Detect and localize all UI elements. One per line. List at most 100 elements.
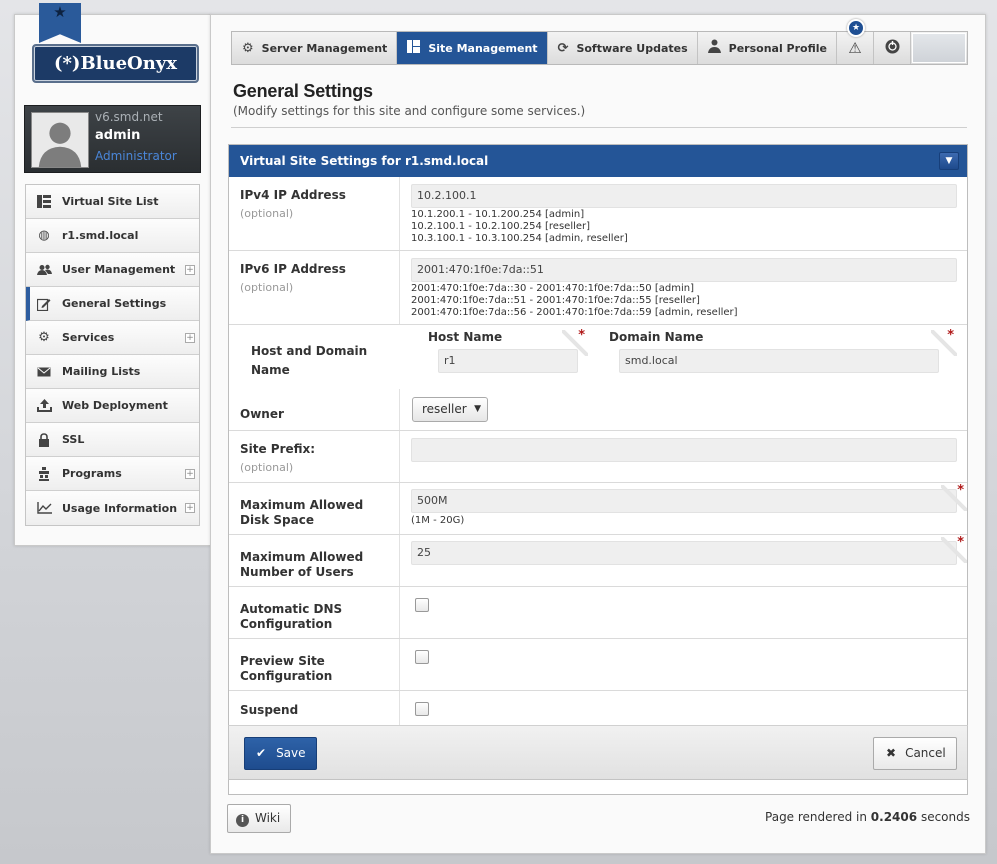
tab-spacer: [912, 33, 966, 63]
sidebar-item-mailing-lists[interactable]: Mailing Lists: [26, 355, 199, 389]
wiki-button[interactable]: i Wiki: [227, 804, 291, 833]
save-button[interactable]: ✔ Save: [244, 737, 317, 770]
sidebar-item-label: User Management: [62, 263, 176, 276]
dns-checkbox[interactable]: [415, 598, 429, 612]
tab-server-management[interactable]: ⚙ Server Management: [232, 32, 398, 64]
tab-site-management[interactable]: Site Management: [397, 32, 548, 64]
tab-alerts[interactable]: ★ ⚠: [837, 19, 874, 64]
star-badge-icon: ★: [847, 19, 865, 37]
row-preview: Preview Site Configuration: [229, 639, 967, 691]
tab-personal-profile[interactable]: Personal Profile: [698, 32, 837, 64]
row-auto-dns: Automatic DNS Configuration: [229, 587, 967, 639]
tab-label: Server Management: [261, 41, 388, 55]
settings-panel: Virtual Site Settings for r1.smd.local ▼…: [228, 144, 968, 795]
cancel-label: Cancel: [905, 746, 946, 760]
ipv6-label: IPv6 IP Address: [240, 262, 346, 276]
required-marker-icon: *: [941, 536, 967, 563]
panel-title: Virtual Site Settings for r1.smd.local: [240, 154, 489, 168]
disk-label: Maximum Allowed Disk Space: [240, 498, 364, 527]
users-input[interactable]: 25: [411, 541, 957, 565]
expand-plus-icon[interactable]: +: [185, 332, 195, 343]
sidebar-item-label: SSL: [62, 433, 85, 446]
tab-label: Personal Profile: [728, 41, 827, 55]
user-box: v6.smd.net admin Administrator: [24, 105, 201, 173]
ipv6-input[interactable]: 2001:470:1f0e:7da::51: [411, 258, 957, 282]
sidebar-item-virtual-site-list[interactable]: Virtual Site List: [26, 185, 199, 219]
top-tabs: ⚙ Server Management Site Management ⟳ So…: [231, 19, 968, 65]
user-role-link[interactable]: Administrator: [95, 149, 177, 163]
sidebar-item-label: Web Deployment: [62, 399, 168, 412]
sidebar-item-web-deployment[interactable]: Web Deployment: [26, 389, 199, 423]
warning-icon: ⚠: [848, 39, 862, 57]
cancel-button[interactable]: ✖ Cancel: [873, 737, 957, 770]
sidebar-item-usage-information[interactable]: Usage Information +: [26, 491, 199, 525]
chevron-down-icon: ▼: [474, 404, 481, 414]
blueonyx-logo[interactable]: (*)BlueOnyx: [32, 44, 199, 83]
expand-plus-icon[interactable]: +: [185, 264, 195, 275]
prefix-input[interactable]: [411, 438, 957, 462]
sidebar-item-label: Virtual Site List: [62, 195, 159, 208]
row-host-domain: Host and Domain Name Host Name * r1 Doma…: [229, 325, 967, 389]
row-max-users: Maximum Allowed Number of Users 25 *: [229, 535, 967, 587]
owner-label: Owner: [240, 407, 284, 421]
person-icon: [707, 39, 721, 57]
users-icon: [36, 262, 52, 278]
sidebar-item-label: Mailing Lists: [62, 365, 141, 378]
ipv4-optional: (optional): [240, 207, 294, 220]
tab-label: Software Updates: [576, 41, 688, 55]
save-label: Save: [276, 746, 306, 760]
row-ipv4: IPv4 IP Address (optional) 10.2.100.1 10…: [229, 177, 967, 251]
expand-plus-icon[interactable]: +: [185, 468, 195, 479]
sidebar-nav: Virtual Site List ◍ r1.smd.local User Ma…: [25, 184, 200, 526]
check-icon: ✔: [256, 746, 267, 760]
disk-hint: (1M - 20G): [411, 515, 465, 526]
sidebar-item-ssl[interactable]: SSL: [26, 423, 199, 457]
ipv4-input[interactable]: 10.2.100.1: [411, 184, 957, 208]
row-suspend: Suspend: [229, 691, 967, 727]
tab-software-updates[interactable]: ⟳ Software Updates: [548, 32, 698, 64]
suspend-checkbox[interactable]: [415, 702, 429, 716]
page-title: General Settings: [233, 81, 373, 101]
edit-icon: [36, 296, 52, 312]
preview-checkbox[interactable]: [415, 650, 429, 664]
sidebar-item-user-management[interactable]: User Management +: [26, 253, 199, 287]
gear-icon: ⚙: [242, 40, 254, 56]
avatar: [31, 112, 89, 168]
tab-logout[interactable]: [874, 32, 911, 64]
wiki-label: Wiki: [255, 811, 281, 825]
panel-header: Virtual Site Settings for r1.smd.local ▼: [229, 145, 967, 177]
owner-value: reseller: [422, 402, 467, 416]
host-name-input[interactable]: r1: [438, 349, 578, 373]
main-content: ⚙ Server Management Site Management ⟳ So…: [210, 14, 986, 854]
required-marker-icon: *: [941, 484, 967, 511]
collapse-chevron-icon[interactable]: ▼: [939, 152, 959, 170]
tab-label: Site Management: [428, 41, 538, 55]
page-subtitle: (Modify settings for this site and confi…: [233, 104, 586, 118]
host-name-label: Host Name: [428, 330, 503, 344]
programs-icon: [36, 466, 52, 482]
sidebar-item-general-settings[interactable]: General Settings: [26, 287, 199, 321]
sidebar-item-services[interactable]: ⚙ Services +: [26, 321, 199, 355]
prefix-label: Site Prefix:: [240, 442, 316, 456]
gear-icon: ⚙: [38, 330, 50, 345]
ipv4-label: IPv4 IP Address: [240, 188, 346, 202]
power-icon: [885, 39, 900, 57]
ipv6-ranges: 2001:470:1f0e:7da::30 - 2001:470:1f0e:7d…: [411, 283, 738, 318]
sidebar-item-site[interactable]: ◍ r1.smd.local: [26, 219, 199, 253]
user-name: admin: [95, 128, 141, 143]
domain-name-input[interactable]: smd.local: [619, 349, 939, 373]
sidebar-item-label: Usage Information: [62, 501, 178, 515]
ipv6-optional: (optional): [240, 281, 294, 294]
sidebar-item-label: Programs: [62, 467, 122, 480]
sidebar-item-programs[interactable]: Programs +: [26, 457, 199, 491]
disk-input[interactable]: 500M: [411, 489, 957, 513]
sidebar-item-label: r1.smd.local: [62, 229, 139, 242]
globe-icon: ◍: [38, 228, 50, 243]
grid-icon: [407, 39, 421, 57]
chart-icon: [36, 500, 52, 516]
row-ipv6: IPv6 IP Address (optional) 2001:470:1f0e…: [229, 251, 967, 325]
owner-select[interactable]: reseller ▼: [412, 397, 488, 422]
domain-name-label: Domain Name: [609, 330, 704, 344]
user-host: v6.smd.net: [95, 110, 163, 124]
expand-plus-icon[interactable]: +: [185, 503, 195, 513]
